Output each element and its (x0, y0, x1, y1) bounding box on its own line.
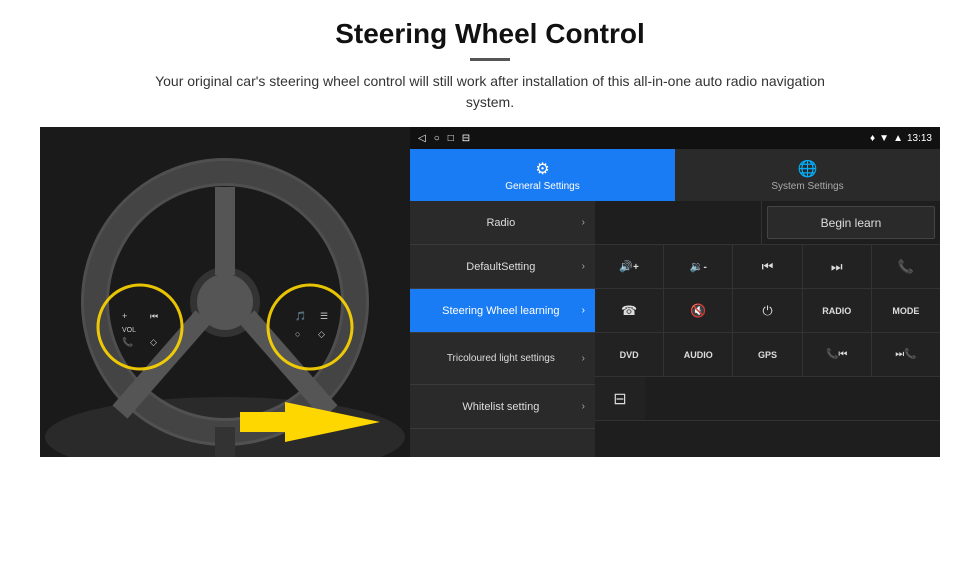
chevron-icon: › (582, 261, 585, 272)
gear-icon: ⚙ (535, 159, 549, 179)
vol-down-button[interactable]: 🔉- (664, 245, 733, 288)
svg-text:○: ○ (295, 329, 300, 339)
nav-menu-icon[interactable]: ⊟ (462, 133, 470, 144)
menu-item-radio[interactable]: Radio › (410, 201, 595, 245)
location-icon: ♦ (870, 133, 875, 144)
main-area: Radio › DefaultSetting › Steering Wheel … (410, 201, 940, 457)
mute-icon: 🔇 (690, 303, 706, 319)
ctrl-row-2: ☎ 🔇 ⏻ RADIO MODE (595, 289, 940, 333)
dvd-label: DVD (620, 350, 639, 360)
mute-button[interactable]: 🔇 (664, 289, 733, 332)
menu-icon-button[interactable]: ⊟ (595, 377, 645, 420)
menu-item-radio-label: Radio (420, 217, 582, 229)
tab-general-label: General Settings (505, 181, 580, 192)
list-icon: ⊟ (613, 389, 626, 409)
nav-back-icon[interactable]: ◁ (418, 133, 426, 144)
audio-button[interactable]: AUDIO (664, 333, 733, 376)
power-icon: ⏻ (762, 303, 772, 319)
vol-down-icon: 🔉- (690, 260, 707, 273)
menu-item-whitelist-label: Whitelist setting (420, 401, 582, 413)
menu-item-default-label: DefaultSetting (420, 261, 582, 273)
tel-prev-button[interactable]: 📞⏮ (803, 333, 872, 376)
tel-next-button[interactable]: ⏭📞 (872, 333, 940, 376)
ctrl-row-top: Begin learn (595, 201, 940, 245)
prev-track-button[interactable]: ⏮ (733, 245, 802, 288)
gps-label: GPS (758, 350, 777, 360)
menu-list: Radio › DefaultSetting › Steering Wheel … (410, 201, 595, 457)
wifi-icon: ▲ (893, 133, 903, 144)
status-bar: ◁ ○ □ ⊟ ♦ ▼ ▲ 13:13 (410, 127, 940, 149)
time-display: 13:13 (907, 133, 932, 144)
ctrl-row-1: 🔊+ 🔉- ⏮ ⏭ 📞 (595, 245, 940, 289)
dvd-button[interactable]: DVD (595, 333, 664, 376)
svg-text:VOL: VOL (122, 327, 136, 334)
vol-up-button[interactable]: 🔊+ (595, 245, 664, 288)
subtitle: Your original car's steering wheel contr… (140, 71, 840, 113)
svg-text:⏮: ⏮ (150, 311, 158, 321)
menu-item-default[interactable]: DefaultSetting › (410, 245, 595, 289)
chevron-icon: › (582, 305, 585, 316)
ctrl-row-3: DVD AUDIO GPS 📞⏮ ⏭📞 (595, 333, 940, 377)
power-button[interactable]: ⏻ (733, 289, 802, 332)
radio-label: RADIO (822, 306, 851, 316)
tab-system[interactable]: 🌐 System Settings (675, 149, 940, 201)
settings-tabs: ⚙ General Settings 🌐 System Settings (410, 149, 940, 201)
pickup-button[interactable]: ☎ (595, 289, 664, 332)
svg-text:📞: 📞 (122, 336, 134, 347)
menu-item-tricoloured[interactable]: Tricoloured light settings › (410, 333, 595, 385)
ctrl-empty-cell (595, 201, 762, 244)
tel-prev-icon: 📞⏮ (826, 349, 847, 360)
tab-system-label: System Settings (771, 181, 843, 192)
photo-panel: + VOL ⏮ 📞 ◇ 🎵 ☰ ○ ◇ (40, 127, 410, 457)
next-track-button[interactable]: ⏭ (803, 245, 872, 288)
menu-item-steering[interactable]: Steering Wheel learning › (410, 289, 595, 333)
prev-track-icon: ⏮ (762, 259, 774, 275)
menu-item-steering-label: Steering Wheel learning (420, 305, 582, 317)
chevron-icon: › (582, 353, 585, 364)
content-row: + VOL ⏮ 📞 ◇ 🎵 ☰ ○ ◇ (40, 127, 940, 554)
radio-button[interactable]: RADIO (803, 289, 872, 332)
phone-icon: 📞 (898, 259, 914, 275)
begin-learn-button[interactable]: Begin learn (767, 206, 935, 239)
chevron-icon: › (582, 217, 585, 228)
nav-square-icon[interactable]: □ (448, 133, 454, 144)
mode-label: MODE (892, 306, 919, 316)
menu-item-tricoloured-label: Tricoloured light settings (420, 353, 582, 364)
steering-wheel-bg: + VOL ⏮ 📞 ◇ 🎵 ☰ ○ ◇ (40, 127, 410, 457)
mode-button[interactable]: MODE (872, 289, 940, 332)
settings-icon: 🌐 (798, 159, 818, 179)
page-container: Steering Wheel Control Your original car… (0, 0, 980, 564)
svg-text:◇: ◇ (318, 329, 325, 339)
tel-next-icon: ⏭📞 (895, 349, 916, 360)
svg-text:+: + (122, 311, 127, 321)
chevron-icon: › (582, 401, 585, 412)
audio-label: AUDIO (684, 350, 713, 360)
gps-button[interactable]: GPS (733, 333, 802, 376)
controls-grid: Begin learn 🔊+ 🔉- ⏮ (595, 201, 940, 457)
ctrl-row-4: ⊟ (595, 377, 940, 421)
vol-up-icon: 🔊+ (619, 260, 639, 273)
tab-general[interactable]: ⚙ General Settings (410, 149, 675, 201)
nav-home-icon[interactable]: ○ (434, 133, 440, 144)
svg-text:◇: ◇ (150, 337, 157, 347)
svg-text:🎵: 🎵 (295, 311, 306, 321)
page-title: Steering Wheel Control (335, 18, 645, 50)
signal-icon: ▼ (879, 133, 889, 144)
title-divider (470, 58, 510, 61)
phone-button[interactable]: 📞 (872, 245, 940, 288)
status-bar-left: ◁ ○ □ ⊟ (418, 133, 470, 144)
pickup-icon: ☎ (621, 303, 637, 319)
status-bar-right: ♦ ▼ ▲ 13:13 (870, 133, 932, 144)
device-panel: ◁ ○ □ ⊟ ♦ ▼ ▲ 13:13 ⚙ General Settings (410, 127, 940, 457)
menu-item-whitelist[interactable]: Whitelist setting › (410, 385, 595, 429)
svg-text:☰: ☰ (320, 311, 328, 321)
next-track-icon: ⏭ (831, 259, 843, 275)
